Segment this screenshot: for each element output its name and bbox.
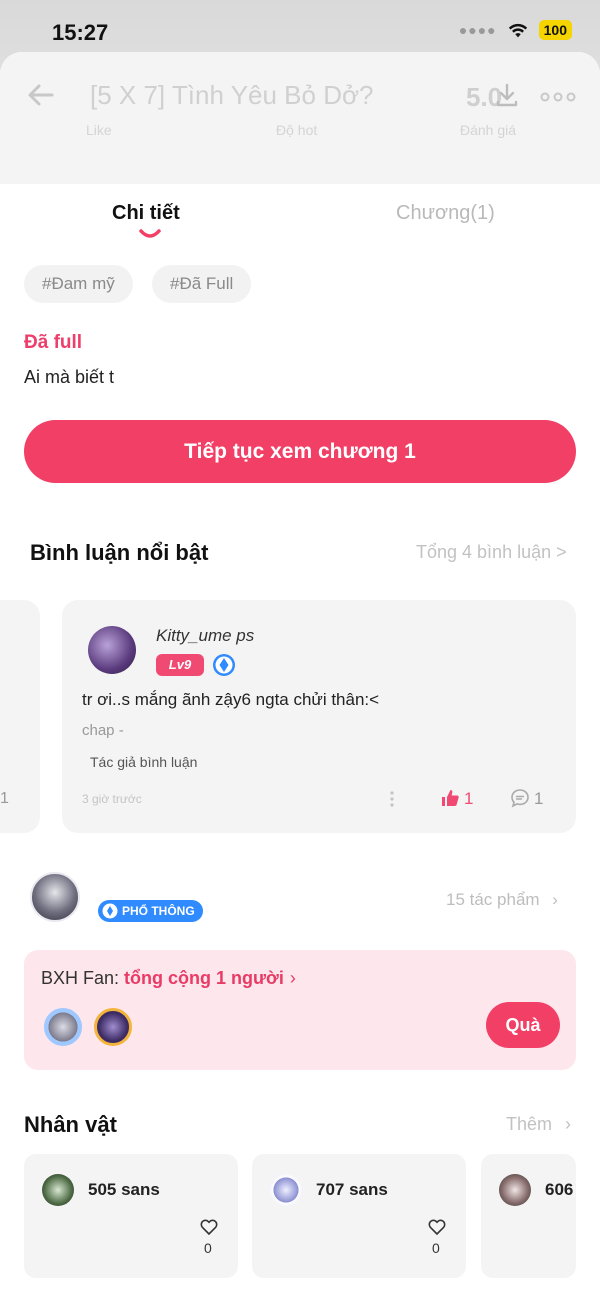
fan-ranking-total[interactable]: tổng cộng 1 người — [124, 968, 284, 988]
comment-text: tr ơi..s mắng ãnh zậy6 ngta chửi thân:< — [82, 690, 380, 709]
character-card[interactable]: 505 sans 0 — [24, 1154, 238, 1278]
character-name: 505 sans — [88, 1180, 160, 1199]
characters-section-title: Nhân vật — [24, 1112, 117, 1137]
chevron-right-icon: › — [552, 890, 558, 909]
author-avatar[interactable] — [30, 872, 80, 922]
tag-genre[interactable]: #Đam mỹ — [24, 265, 133, 303]
back-arrow-icon[interactable] — [26, 80, 56, 110]
character-name: 606 — [545, 1180, 574, 1199]
stat-label-hot: Độ hot — [276, 122, 318, 138]
fan-ranking-label: BXH Fan: tổng cộng 1 người › — [41, 968, 296, 989]
fan-avatar[interactable] — [94, 1008, 132, 1046]
status-icons: ●●●● 100 — [459, 20, 572, 40]
fan-ranking-prefix: BXH Fan: — [41, 968, 125, 988]
author-works-link[interactable]: 15 tác phẩm › — [446, 890, 558, 910]
thumbs-up-icon[interactable] — [440, 788, 460, 808]
commenter-name[interactable]: Kitty_ume ps — [156, 626, 254, 646]
characters-more-link[interactable]: Thêm › — [506, 1114, 571, 1135]
story-detail-sheet: [5 X 7] Tình Yêu Bỏ Dở? 5.0 Like Độ hot … — [0, 52, 600, 1299]
fan-avatar[interactable] — [44, 1008, 82, 1046]
comment-time: 3 giờ trước — [82, 792, 142, 806]
download-icon[interactable] — [494, 82, 520, 108]
status-bar: 15:27 ●●●● 100 — [0, 0, 600, 60]
story-title: [5 X 7] Tình Yêu Bỏ Dở? — [90, 80, 374, 110]
character-card[interactable]: 606 — [481, 1154, 576, 1278]
signal-icon: ●●●● — [458, 22, 497, 38]
author-comment-tag: Tác giả bình luận — [90, 754, 198, 770]
reply-count: 1 — [534, 789, 544, 808]
tab-indicator — [139, 229, 161, 238]
status-time: 15:27 — [52, 20, 109, 45]
character-card[interactable]: 707 sans 0 — [252, 1154, 466, 1278]
heart-icon[interactable] — [200, 1218, 218, 1236]
tab-chapters[interactable]: Chương(1) — [396, 202, 495, 225]
comment-chapter: chap - — [82, 722, 124, 739]
continue-reading-button[interactable]: Tiếp tục xem chương 1 — [24, 420, 576, 483]
comment-more-icon[interactable] — [388, 790, 396, 808]
tag-status[interactable]: #Đã Full — [152, 265, 252, 303]
like-count: 1 — [464, 789, 474, 808]
character-like-count: 0 — [432, 1240, 440, 1256]
fan-ranking-panel[interactable]: BXH Fan: tổng cộng 1 người › Quà — [24, 950, 576, 1070]
previous-comment-count: 1 — [0, 790, 9, 807]
chevron-right-icon: › — [289, 968, 296, 988]
completion-status: Đã full — [24, 332, 83, 353]
tab-details[interactable]: Chi tiết — [112, 202, 180, 225]
character-like-count: 0 — [204, 1240, 212, 1256]
commenter-avatar[interactable] — [88, 626, 136, 674]
chevron-right-icon: › — [565, 1114, 572, 1134]
rank-gem-icon — [102, 903, 118, 919]
character-name: 707 sans — [316, 1180, 388, 1199]
diamond-badge-icon — [213, 654, 235, 676]
gift-button[interactable]: Quà — [486, 1002, 560, 1048]
wifi-icon — [508, 23, 527, 38]
reply-bubble-icon[interactable] — [510, 788, 530, 808]
more-link-label: Thêm — [506, 1114, 553, 1134]
stat-label-like: Like — [86, 122, 112, 138]
story-header: [5 X 7] Tình Yêu Bỏ Dở? 5.0 Like Độ hot … — [0, 52, 600, 184]
featured-comment-card[interactable]: Kitty_ume ps Lv9 tr ơi..s mắng ãnh zậy6 … — [62, 600, 576, 833]
author-rank-label: PHỔ THÔNG — [122, 904, 195, 918]
works-count-label: 15 tác phẩm — [446, 890, 540, 909]
more-options-icon[interactable] — [540, 92, 576, 102]
character-avatar — [499, 1174, 531, 1206]
character-avatar — [270, 1174, 302, 1206]
comments-section-title: Bình luận nổi bật — [30, 540, 209, 565]
story-description: Ai mà biết t — [24, 367, 115, 387]
character-avatar — [42, 1174, 74, 1206]
all-comments-link[interactable]: Tổng 4 bình luận > — [416, 542, 567, 563]
author-rank-badge: PHỔ THÔNG — [98, 900, 203, 922]
level-badge: Lv9 — [156, 654, 204, 676]
heart-icon[interactable] — [428, 1218, 446, 1236]
battery-indicator: 100 — [538, 20, 572, 40]
stat-label-rating: Đánh giá — [460, 122, 517, 138]
